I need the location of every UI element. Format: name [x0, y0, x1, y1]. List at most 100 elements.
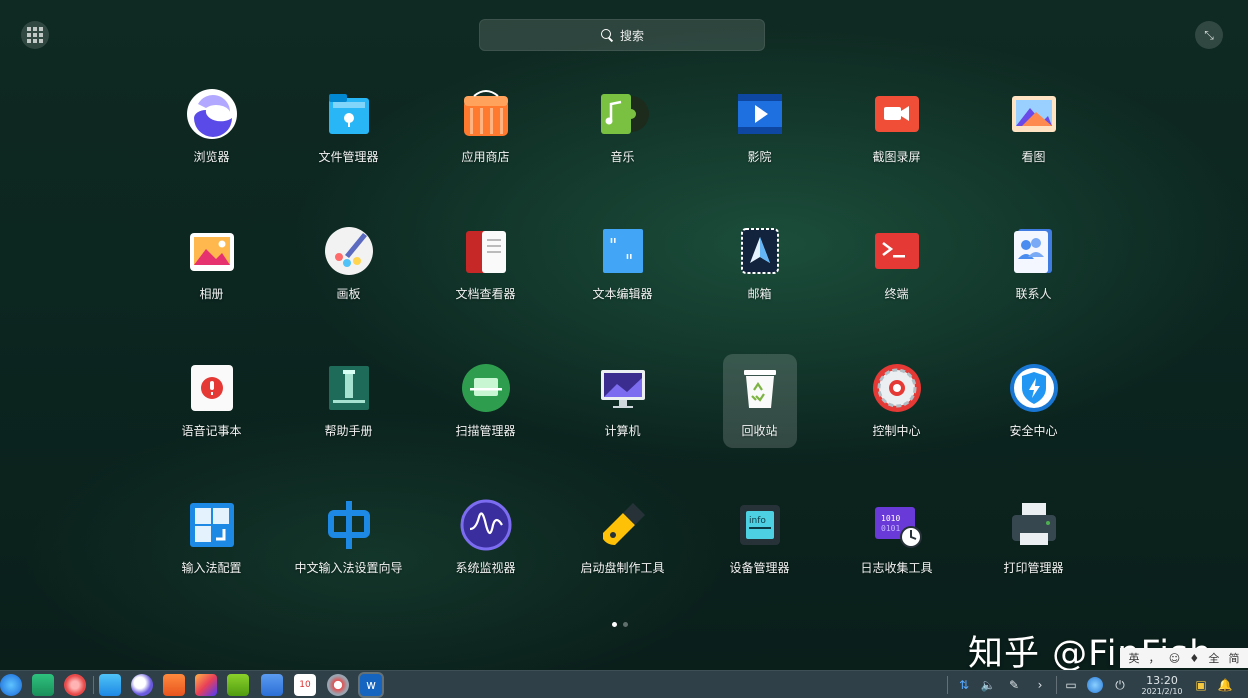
- input-method-config-icon: [186, 499, 238, 551]
- app-label: 计算机: [604, 424, 641, 438]
- app-store-taskbar-icon[interactable]: [163, 674, 185, 696]
- app-item-device-manager[interactable]: info 设备管理器: [723, 491, 797, 585]
- document-viewer-icon: [460, 225, 512, 277]
- print-manager-icon: [1008, 499, 1060, 551]
- app-item-security-center[interactable]: 安全中心: [997, 354, 1071, 448]
- app-item-scanner[interactable]: 扫描管理器: [449, 354, 523, 448]
- clock[interactable]: 13:20 2021/2/10: [1138, 675, 1186, 697]
- app-item-terminal[interactable]: 终端: [860, 217, 934, 311]
- launcher-icon[interactable]: [0, 674, 22, 696]
- app-item-drawing-board[interactable]: 画板: [312, 217, 386, 311]
- ime-simplified[interactable]: 简: [1228, 650, 1239, 666]
- browser-taskbar-icon[interactable]: [131, 674, 153, 696]
- page-dot-1[interactable]: [612, 622, 617, 627]
- volume-icon[interactable]: 🔈: [980, 677, 996, 693]
- image-viewer-icon: [1008, 88, 1060, 140]
- app-label: 控制中心: [872, 424, 921, 438]
- exit-fullscreen-button[interactable]: ⤡: [1195, 21, 1223, 49]
- app-item-browser[interactable]: 浏览器: [175, 80, 249, 174]
- app-item-chinese-ime-wizard[interactable]: 中文输入法设置向导: [294, 491, 403, 585]
- app-item-movie[interactable]: 影院: [723, 80, 797, 174]
- app-grid: 浏览器 文件管理器应用商店 音乐 影院 截图录屏 看图相册 画板 文档查看器 " " 文本编辑器 邮箱…: [143, 78, 1102, 626]
- notification-bell-icon[interactable]: 🔔: [1217, 677, 1233, 693]
- app-item-image-viewer[interactable]: 看图: [997, 80, 1071, 174]
- music-taskbar-icon[interactable]: [227, 674, 249, 696]
- app-label: 打印管理器: [1003, 561, 1064, 575]
- pen-icon[interactable]: ✎: [1006, 677, 1022, 693]
- movie-icon: [734, 88, 786, 140]
- show-desktop-icon[interactable]: [64, 674, 86, 696]
- drawing-board-icon: [323, 225, 375, 277]
- text-editor-icon: " ": [597, 225, 649, 277]
- document-taskbar-icon[interactable]: [261, 674, 283, 696]
- search-input[interactable]: 搜索: [479, 19, 765, 51]
- app-item-voice-notes[interactable]: 语音记事本: [175, 354, 249, 448]
- app-item-text-editor[interactable]: " " 文本编辑器: [586, 217, 660, 311]
- boot-maker-icon: [597, 499, 649, 551]
- launcher-mode-toggle[interactable]: [21, 21, 49, 49]
- system-monitor-icon: [460, 499, 512, 551]
- screenshot-icon: [871, 88, 923, 140]
- wps-taskbar-icon[interactable]: w: [358, 672, 384, 698]
- app-label: 系统监视器: [455, 561, 516, 575]
- app-label: 启动盘制作工具: [580, 561, 665, 575]
- ime-skin[interactable]: ♦: [1189, 652, 1199, 665]
- app-item-system-monitor[interactable]: 系统监视器: [449, 491, 523, 585]
- terminal-icon: [871, 225, 923, 277]
- security-center-icon: [1008, 362, 1060, 414]
- help-manual-icon: [323, 362, 375, 414]
- file-manager-icon: [323, 88, 375, 140]
- power-icon[interactable]: ⏻: [1112, 677, 1128, 693]
- app-item-music[interactable]: 音乐: [586, 80, 660, 174]
- album-taskbar-icon[interactable]: [195, 674, 217, 696]
- music-icon: [597, 88, 649, 140]
- control-center-taskbar-icon[interactable]: [327, 674, 349, 696]
- app-label: 邮箱: [747, 287, 772, 301]
- svg-text:": ": [625, 251, 633, 272]
- app-label: 语音记事本: [181, 424, 242, 438]
- ime-emoji[interactable]: ☺: [1169, 652, 1180, 665]
- app-label: 安全中心: [1009, 424, 1058, 438]
- trash-tray-icon[interactable]: ▣: [1193, 677, 1209, 693]
- app-item-log-collector[interactable]: 1010 0101 日志收集工具: [860, 491, 934, 585]
- app-label: 应用商店: [461, 150, 510, 164]
- ime-punct[interactable]: ，: [1149, 650, 1160, 666]
- clock-time: 13:20: [1146, 674, 1178, 687]
- network-icon[interactable]: ⇅: [956, 677, 972, 693]
- app-item-boot-maker[interactable]: 启动盘制作工具: [580, 491, 665, 585]
- keyboard-icon[interactable]: ▭: [1063, 677, 1079, 693]
- scanner-icon: [460, 362, 512, 414]
- collapse-icon: ⤡: [1204, 27, 1214, 42]
- app-item-file-manager[interactable]: 文件管理器: [312, 80, 386, 174]
- app-item-document-viewer[interactable]: 文档查看器: [449, 217, 523, 311]
- app-item-print-manager[interactable]: 打印管理器: [997, 491, 1071, 585]
- file-manager-taskbar-icon[interactable]: [99, 674, 121, 696]
- app-item-app-store[interactable]: 应用商店: [449, 80, 523, 174]
- app-item-input-method-config[interactable]: 输入法配置: [175, 491, 249, 585]
- calendar-taskbar-icon[interactable]: 10: [294, 674, 316, 696]
- multitask-view-icon[interactable]: [32, 674, 54, 696]
- page-dot-2[interactable]: [623, 622, 628, 627]
- app-label: 文本编辑器: [592, 287, 653, 301]
- app-label: 相册: [199, 287, 224, 301]
- app-item-contacts[interactable]: 联系人: [997, 217, 1071, 311]
- ime-fullwidth[interactable]: 全: [1208, 650, 1219, 666]
- clock-date: 2021/2/10: [1141, 687, 1183, 696]
- app-item-help-manual[interactable]: 帮助手册: [312, 354, 386, 448]
- app-item-album[interactable]: 相册: [175, 217, 249, 311]
- app-item-screenshot[interactable]: 截图录屏: [860, 80, 934, 174]
- svg-text:1010: 1010: [881, 514, 900, 523]
- ime-mode[interactable]: 英: [1129, 650, 1140, 666]
- app-item-computer[interactable]: 计算机: [586, 354, 660, 448]
- app-label: 音乐: [610, 150, 635, 164]
- assistant-icon[interactable]: [1087, 677, 1103, 693]
- voice-notes-icon: [186, 362, 238, 414]
- app-item-mail[interactable]: 邮箱: [723, 217, 797, 311]
- ime-toolbar[interactable]: 英 ， ☺ ♦ 全 简: [1120, 648, 1248, 668]
- app-item-control-center[interactable]: 控制中心: [860, 354, 934, 448]
- app-label: 联系人: [1015, 287, 1052, 301]
- taskbar: 10 w ⇅ 🔈 ✎ › ▭ ⏻ 13:20 2021/2/10 ▣ 🔔: [0, 670, 1248, 698]
- chevron-right-icon[interactable]: ›: [1032, 677, 1048, 693]
- app-item-trash[interactable]: 回收站: [722, 354, 797, 448]
- app-store-icon: [460, 88, 512, 140]
